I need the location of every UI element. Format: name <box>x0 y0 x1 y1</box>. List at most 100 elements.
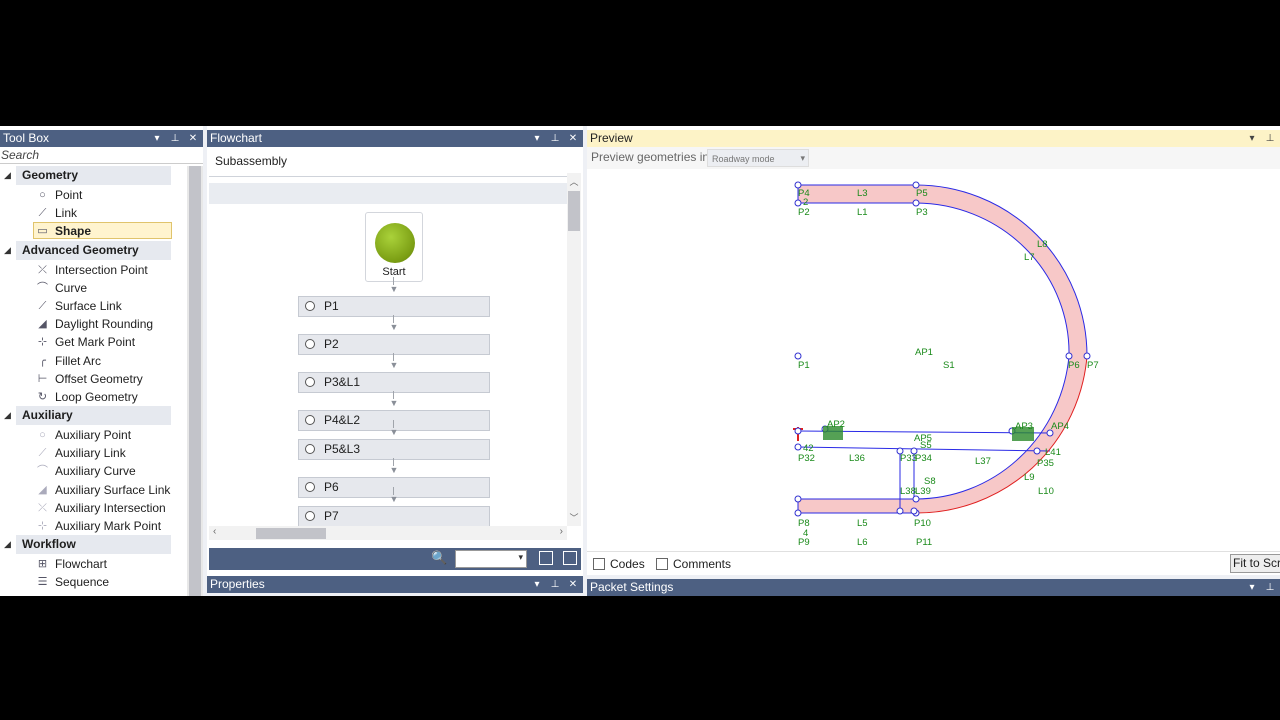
scroll-left-icon[interactable]: ‹ <box>213 526 216 537</box>
geometry-point[interactable] <box>794 199 802 207</box>
toolbox-item[interactable]: ╭ Fillet Arc <box>0 352 186 370</box>
pin-icon[interactable]: ⊥ <box>169 130 181 147</box>
toolbox-item[interactable]: ⌒ Curve <box>0 279 186 297</box>
geometry-point[interactable] <box>794 443 802 451</box>
scrollbar-thumb[interactable] <box>189 166 201 596</box>
overview-icon[interactable] <box>563 551 577 565</box>
geometry-point[interactable] <box>1033 447 1041 455</box>
toolbox-item[interactable]: ▭ Shape <box>0 222 186 240</box>
dropdown-icon[interactable]: ▾ <box>1246 130 1258 147</box>
toolbox-scrollbar[interactable] <box>187 166 203 596</box>
geometry-point[interactable] <box>912 199 920 207</box>
toolbox-item-label: Fillet Arc <box>55 353 102 368</box>
geometry-point[interactable] <box>1083 352 1091 360</box>
scroll-right-icon[interactable]: › <box>560 526 563 537</box>
pin-icon[interactable]: ⊥ <box>1264 130 1276 147</box>
dropdown-icon[interactable]: ▾ <box>1246 579 1258 596</box>
flowchart-node[interactable]: P7 <box>298 506 490 526</box>
zoom-icon[interactable]: 🔍 <box>431 550 447 566</box>
toolbox-category[interactable]: ◢ Workflow <box>0 535 186 555</box>
dropdown-icon[interactable]: ▾ <box>151 130 163 147</box>
toolbox-item[interactable]: ⤫ Auxiliary Intersection <box>0 499 186 517</box>
collapse-arrow-icon[interactable]: ◢ <box>4 170 11 181</box>
flowchart-node[interactable]: P1 <box>298 296 490 317</box>
dropdown-icon[interactable]: ▾ <box>531 130 543 147</box>
geometry-point[interactable] <box>896 507 904 515</box>
geometry-point[interactable] <box>910 507 918 515</box>
node-radio-icon[interactable] <box>305 444 315 454</box>
fit-view-icon[interactable] <box>539 551 553 565</box>
close-icon[interactable]: ✕ <box>567 576 579 593</box>
dropdown-icon[interactable]: ▾ <box>531 576 543 593</box>
toolbox-item[interactable]: ↻ Loop Geometry <box>0 388 186 406</box>
toolbox-item[interactable]: ⟋ Auxiliary Link <box>0 444 186 462</box>
flowchart-vertical-scrollbar[interactable]: ︿ ﹀ <box>567 173 581 526</box>
toolbox-item[interactable]: ○ Point <box>0 186 186 204</box>
collapse-arrow-icon[interactable]: ◢ <box>4 245 11 256</box>
flow-arrow-icon: ▼ <box>389 315 399 332</box>
toolbox-item[interactable]: ⤫ Intersection Point <box>0 261 186 279</box>
fit-to-screen-button[interactable]: Fit to Screen <box>1230 554 1280 573</box>
checkbox-box[interactable] <box>593 558 605 570</box>
scrollbar-thumb[interactable] <box>256 528 326 539</box>
preview-mode-select[interactable]: Roadway mode ▾ <box>707 149 809 167</box>
flowchart-node[interactable]: P2 <box>298 334 490 355</box>
geometry-point[interactable] <box>794 352 802 360</box>
pin-icon[interactable]: ⊥ <box>1264 579 1276 596</box>
toolbox-category[interactable]: ◢ Advanced Geometry <box>0 240 186 261</box>
flowchart-node[interactable]: P3&L1 <box>298 372 490 393</box>
pin-icon[interactable]: ⊥ <box>549 576 561 593</box>
node-radio-icon[interactable] <box>305 301 315 311</box>
toolbox-item[interactable]: ○ Auxiliary Point <box>0 426 186 444</box>
geometry-point[interactable] <box>794 427 802 435</box>
pin-icon[interactable]: ⊥ <box>549 130 561 147</box>
zoom-combo[interactable]: ▾ <box>455 550 527 568</box>
toolbox-item[interactable]: ⊹ Auxiliary Mark Point <box>0 517 186 535</box>
toolbox-item-label: Auxiliary Mark Point <box>55 519 162 533</box>
codes-checkbox[interactable]: Codes <box>593 557 645 571</box>
start-node[interactable]: Start <box>365 212 423 282</box>
node-radio-icon[interactable] <box>305 415 315 425</box>
comments-checkbox[interactable]: Comments <box>656 557 731 571</box>
scroll-down-icon[interactable]: ﹀ <box>567 511 581 524</box>
toolbox-item[interactable]: ◢ Auxiliary Surface Link <box>0 481 186 499</box>
node-radio-icon[interactable] <box>305 511 315 521</box>
node-radio-icon[interactable] <box>305 339 315 349</box>
toolbox-item-label: Auxiliary Intersection <box>55 500 166 515</box>
toolbox-item[interactable]: ⊹ Get Mark Point <box>0 333 186 351</box>
toolbox-item[interactable]: ⊢ Offset Geometry <box>0 370 186 388</box>
node-radio-icon[interactable] <box>305 482 315 492</box>
geometry-label: AP4 <box>1051 421 1069 432</box>
close-icon[interactable]: ✕ <box>567 130 579 147</box>
collapse-arrow-icon[interactable]: ◢ <box>4 410 11 421</box>
auxiliary-curve-icon: ⌒ <box>37 465 48 478</box>
preview-header: Preview ▾ ⊥ <box>587 130 1280 147</box>
scrollbar-thumb[interactable] <box>568 191 580 231</box>
toolbox-item[interactable]: ⊞ Flowchart <box>0 555 186 573</box>
checkbox-box[interactable] <box>656 558 668 570</box>
flowchart-horizontal-scrollbar[interactable]: ‹ › <box>209 526 567 540</box>
geometry-point[interactable] <box>1065 352 1073 360</box>
geometry-label: L8 <box>1037 239 1048 250</box>
toolbox-item[interactable]: ⌒ Auxiliary Curve <box>0 462 186 480</box>
offset-geometry-icon: ⊢ <box>37 372 48 385</box>
geometry-point[interactable] <box>794 509 802 517</box>
scroll-up-icon[interactable]: ︿ <box>567 175 581 188</box>
geometry-point[interactable] <box>794 495 802 503</box>
toolbox-item[interactable]: ⟋ Link <box>0 204 186 222</box>
toolbox-category[interactable]: ◢ Auxiliary <box>0 406 186 426</box>
close-icon[interactable]: ✕ <box>187 130 199 147</box>
toolbox-item[interactable]: ◢ Daylight Rounding <box>0 315 186 333</box>
node-radio-icon[interactable] <box>305 377 315 387</box>
toolbox-item[interactable]: ⟋ Surface Link <box>0 297 186 315</box>
collapse-arrow-icon[interactable]: ◢ <box>4 539 11 550</box>
loop-geometry-icon: ↻ <box>37 390 48 403</box>
preview-canvas[interactable]: P4 L3 P5 2 P2 L1 P3 L8 L7 AP1 P1 S1 P6 P7 AP2 AP3 AP4 P32… <box>587 171 1280 548</box>
toolbox-category[interactable]: ◢ Geometry <box>0 166 186 186</box>
geometry-label: L38 <box>900 486 916 497</box>
toolbox-search-input[interactable]: Search <box>0 148 203 164</box>
geometry-label: L41 <box>1045 447 1061 458</box>
toolbox-item[interactable]: ☰ Sequence <box>0 573 186 591</box>
flowchart-node[interactable]: P5&L3 <box>298 439 490 460</box>
flowchart-canvas[interactable]: Start ▼ P1 ▼ P2 ▼ P3&L1 ▼ P4&L2 ▼ P5&L3 ▼ P6 ▼ P7 <box>209 204 567 526</box>
